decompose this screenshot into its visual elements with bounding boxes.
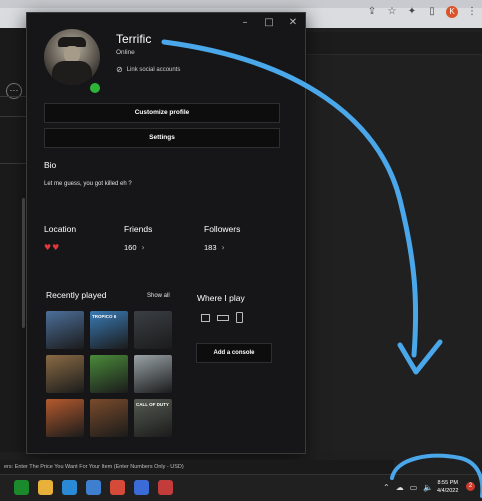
- console-icon: [201, 314, 210, 322]
- store-icon[interactable]: [86, 480, 101, 495]
- minimize-icon[interactable]: –: [233, 15, 257, 31]
- chevron-right-icon: ›: [141, 243, 145, 252]
- link-icon: ⊘: [116, 65, 123, 74]
- settings-button[interactable]: Settings: [44, 128, 280, 148]
- chevron-right-icon: ›: [221, 243, 225, 252]
- friends-count-button[interactable]: 160 ›: [124, 243, 145, 252]
- chrome-browser-icon[interactable]: [110, 480, 125, 495]
- link-social-label: Link social accounts: [126, 66, 181, 73]
- taskbar: ⌃ ☁ ▭ 🔈 8:55 PM 4/4/2022 2: [0, 474, 482, 501]
- mobile-icon: [236, 312, 243, 323]
- avatar-coat: [52, 61, 92, 85]
- game-tile-gta-v[interactable]: [46, 399, 84, 437]
- bio-heading: Bio: [44, 160, 57, 170]
- customize-profile-button[interactable]: Customize profile: [44, 103, 280, 123]
- cloud-icon[interactable]: ☁: [396, 483, 404, 492]
- game-tile-tropico-6[interactable]: TROPICO 6: [90, 311, 128, 349]
- game-tile-cod-mw[interactable]: CALL OF DUTY: [134, 399, 172, 437]
- avatar-face: [64, 46, 80, 62]
- notification-badge[interactable]: 2: [466, 482, 475, 491]
- background-status-text: ers: Enter The Price You Want For Your I…: [0, 460, 394, 474]
- browser-menu-icon[interactable]: ⋮: [466, 6, 478, 18]
- online-status-dot: [88, 81, 102, 95]
- media-player-icon[interactable]: [158, 480, 173, 495]
- add-console-button[interactable]: Add a console: [196, 343, 272, 363]
- where-i-play-heading: Where I play: [197, 293, 245, 303]
- avatar-image: [44, 29, 100, 85]
- bio-text: Let me guess, you got killed eh ?: [44, 181, 132, 187]
- tray-chevron-icon[interactable]: ⌃: [383, 483, 390, 492]
- divider: [0, 163, 26, 164]
- clock-date: 4/4/2022: [437, 488, 459, 494]
- system-tray: ⌃ ☁ ▭ 🔈: [383, 483, 433, 492]
- avatar[interactable]: [44, 29, 102, 95]
- gamertag: Terrific: [116, 32, 152, 46]
- online-status-text: Online: [116, 49, 135, 56]
- device-icons: [201, 312, 243, 323]
- browser-page-header: [300, 32, 482, 55]
- xbox-profile-window: – □ ✕ Terrific Online ⊘ Link social acco…: [26, 12, 306, 454]
- divider: [0, 96, 26, 97]
- location-value: ♥♥: [44, 243, 60, 252]
- star-icon[interactable]: ☆: [386, 6, 398, 18]
- followers-count: 183: [204, 243, 217, 252]
- game-tile-cold-war[interactable]: [46, 355, 84, 393]
- game-tile-label: TROPICO 6: [92, 314, 117, 319]
- game-tile-crossfire[interactable]: [46, 311, 84, 349]
- game-tile-call-of-duty[interactable]: [134, 311, 172, 349]
- file-explorer-icon[interactable]: [38, 480, 53, 495]
- edge-browser-icon[interactable]: [62, 480, 77, 495]
- scrollbar[interactable]: [22, 198, 25, 328]
- friends-count: 160: [124, 243, 137, 252]
- clock-time: 8:55 PM: [437, 480, 458, 486]
- share-icon[interactable]: ⇪: [366, 6, 378, 18]
- xbox-app-icon[interactable]: [14, 480, 29, 495]
- friends-label: Friends: [124, 224, 153, 234]
- volume-icon[interactable]: 🔈: [423, 483, 433, 492]
- taskbar-apps: [14, 480, 173, 495]
- location-label: Location: [44, 224, 77, 234]
- monitor-icon[interactable]: ▭: [410, 483, 418, 492]
- location-hearts: ♥♥: [44, 243, 61, 252]
- recently-played-heading: Recently played: [46, 290, 107, 300]
- clock[interactable]: 8:55 PM 4/4/2022: [437, 479, 458, 495]
- browser-toolbar-icons: ⇪ ☆ ✦ ▯ K ⋮: [366, 6, 478, 18]
- recently-played-grid: TROPICO 6 CALL OF DUTY: [46, 311, 176, 437]
- background-app-panel: ···: [0, 28, 27, 452]
- profile-avatar-icon[interactable]: K: [446, 6, 458, 18]
- windows-security-icon[interactable]: [134, 480, 149, 495]
- sidebar-icon[interactable]: ▯: [426, 6, 438, 18]
- maximize-icon[interactable]: □: [257, 15, 281, 31]
- window-controls: – □ ✕: [233, 15, 305, 31]
- game-tile-far-cry[interactable]: [90, 399, 128, 437]
- game-tile-label: CALL OF DUTY: [136, 402, 169, 407]
- game-tile-valhalla[interactable]: [134, 355, 172, 393]
- followers-count-button[interactable]: 183 ›: [204, 243, 225, 252]
- pc-icon: [217, 315, 229, 321]
- close-icon[interactable]: ✕: [281, 15, 305, 31]
- puzzle-icon[interactable]: ✦: [406, 6, 418, 18]
- show-all-link[interactable]: Show all: [147, 293, 170, 299]
- link-social-accounts-link[interactable]: ⊘ Link social accounts: [116, 65, 180, 74]
- divider: [0, 116, 26, 117]
- followers-label: Followers: [204, 224, 241, 234]
- game-tile-minecraft[interactable]: [90, 355, 128, 393]
